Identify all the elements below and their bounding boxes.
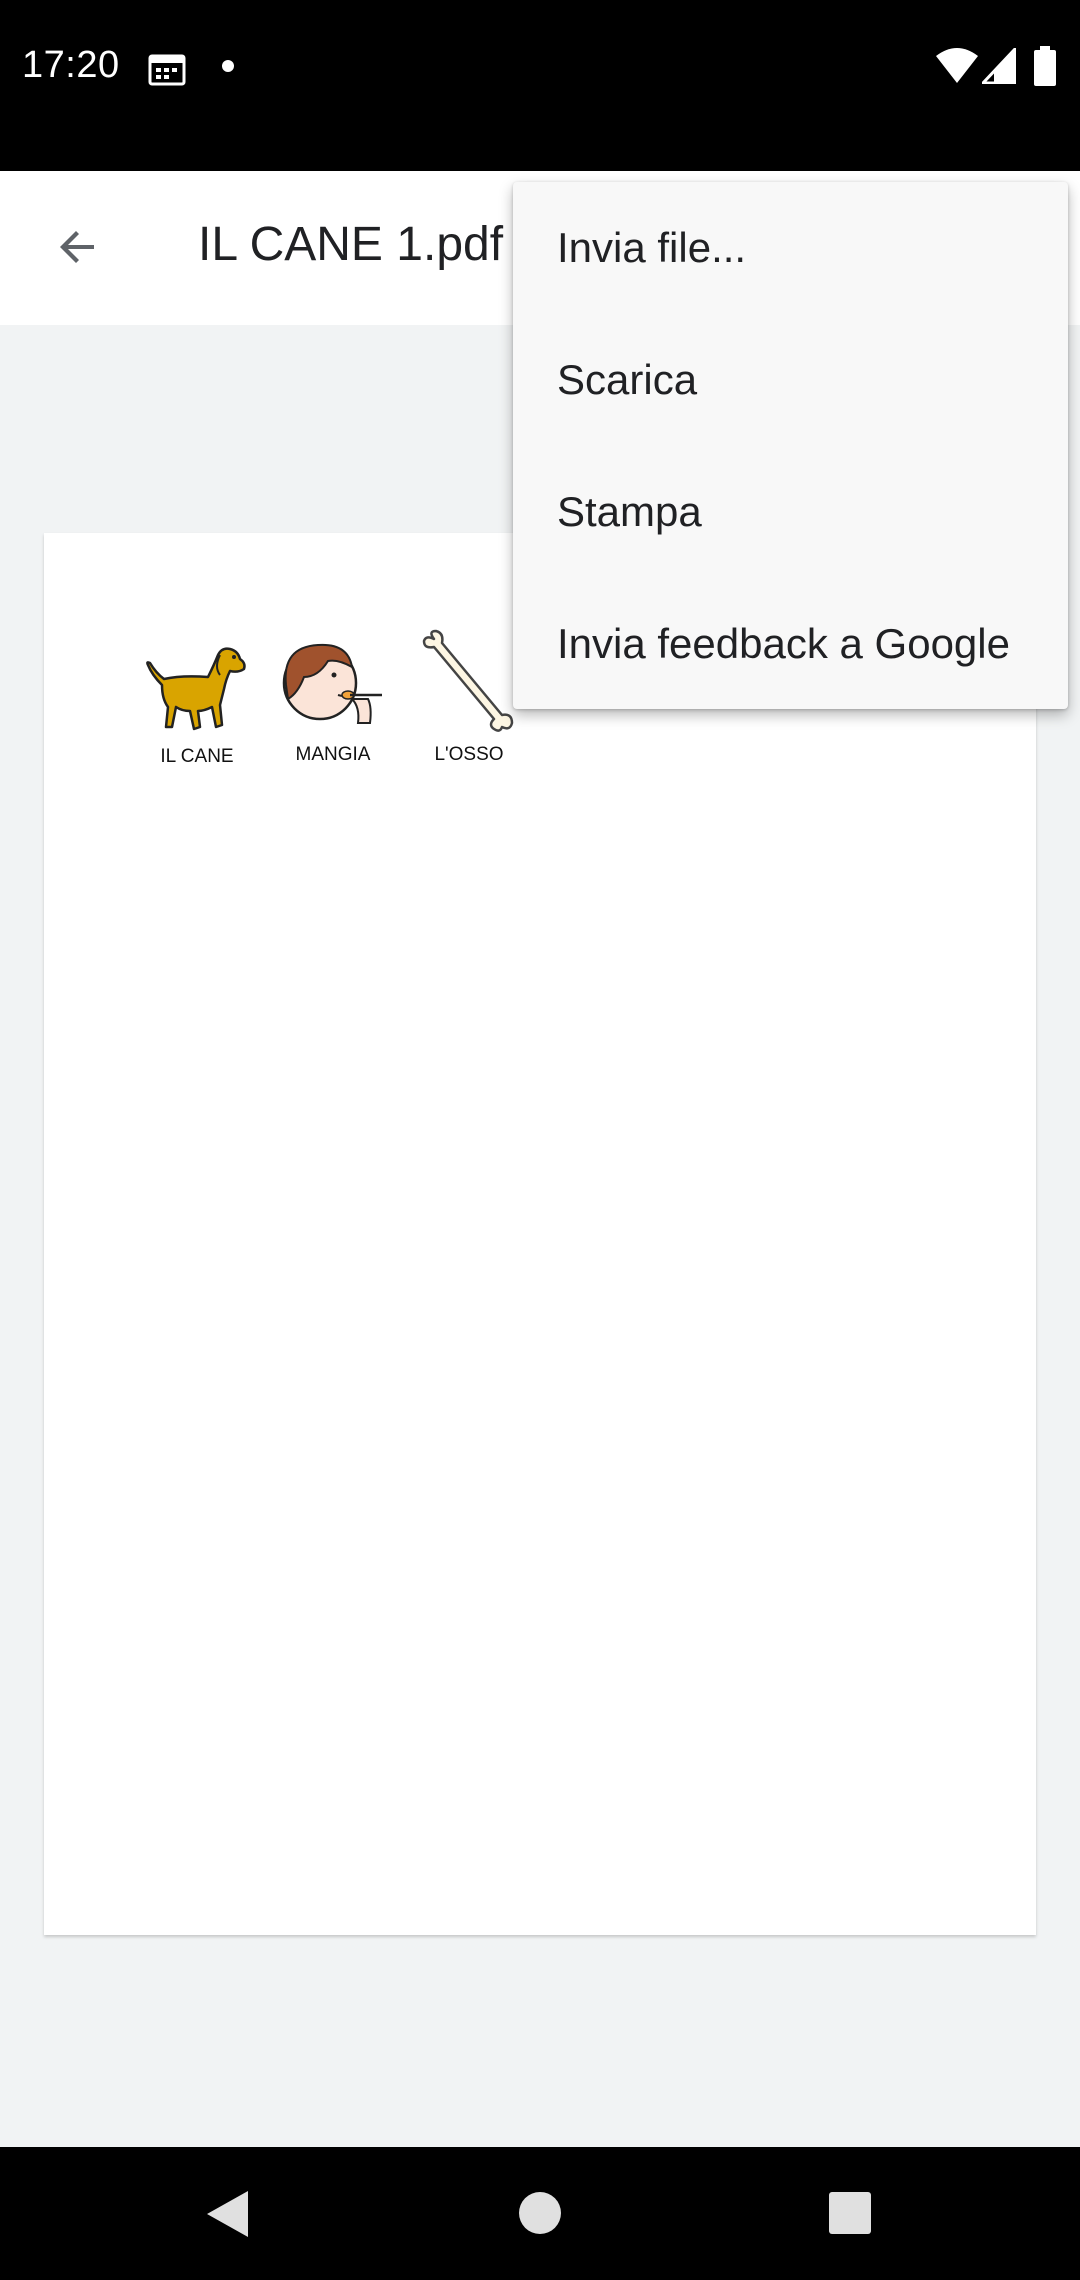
wifi-icon xyxy=(936,48,978,83)
signal-icon xyxy=(982,48,1016,84)
status-time: 17:20 xyxy=(22,44,120,86)
back-triangle-icon[interactable] xyxy=(204,2189,250,2239)
calendar-icon xyxy=(148,54,186,86)
home-circle-icon[interactable] xyxy=(518,2191,562,2235)
menu-item-print[interactable]: Stampa xyxy=(513,446,1068,578)
menu-item-send-feedback[interactable]: Invia feedback a Google xyxy=(513,578,1068,710)
bone-icon xyxy=(422,629,514,732)
overflow-menu: Invia file... Scarica Stampa Invia feedb… xyxy=(513,182,1068,709)
battery-icon xyxy=(1034,46,1056,86)
menu-item-download[interactable]: Scarica xyxy=(513,314,1068,446)
recents-square-icon[interactable] xyxy=(829,2192,871,2234)
eating-person-icon xyxy=(282,643,382,724)
pdf-page: IL CANE MANGIA L'OSSO xyxy=(44,533,1036,1935)
symbol-label-eating: MANGIA xyxy=(295,744,371,765)
document-title: IL CANE 1.pdf xyxy=(198,218,504,271)
symbol-label-dog: IL CANE xyxy=(160,746,234,767)
menu-item-send-file[interactable]: Invia file... xyxy=(513,182,1068,314)
arrow-back-icon xyxy=(60,231,94,263)
status-bar: 17:20 xyxy=(0,0,1080,171)
symbol-eating: MANGIA xyxy=(258,637,408,766)
dog-icon xyxy=(146,647,246,731)
symbol-label-bone: L'OSSO xyxy=(434,744,504,765)
dot-icon xyxy=(222,60,234,72)
nav-bar xyxy=(0,2147,1080,2280)
back-button[interactable] xyxy=(36,205,120,289)
symbol-dog: IL CANE xyxy=(122,645,272,768)
